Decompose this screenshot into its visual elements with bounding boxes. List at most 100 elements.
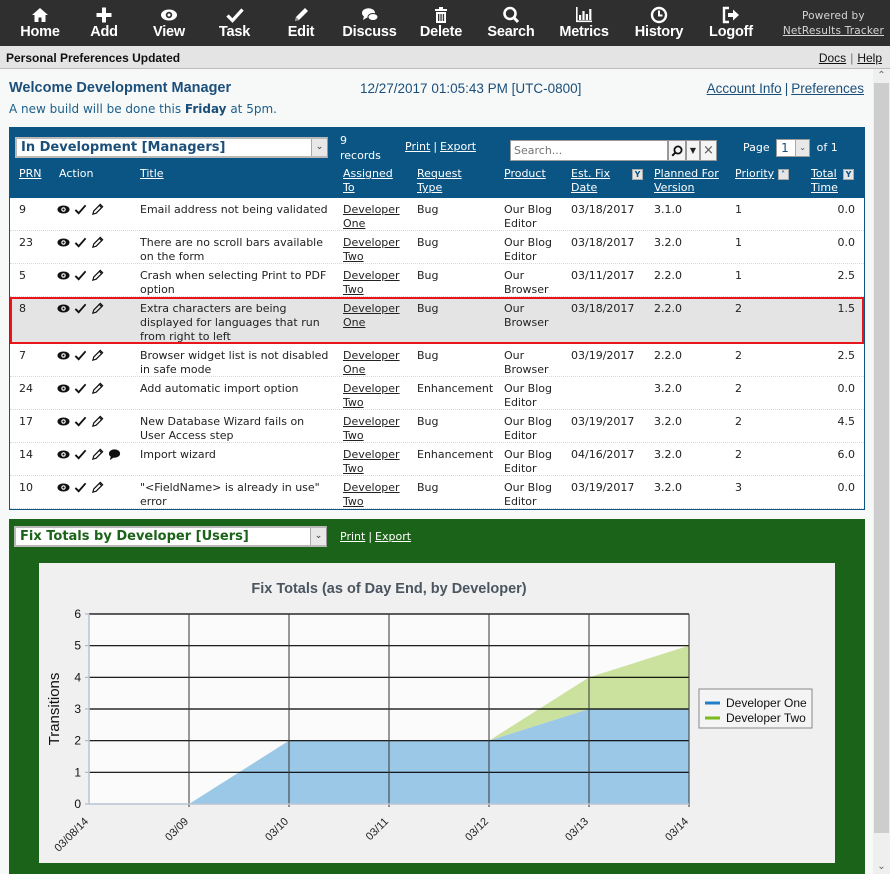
cell-assigned-to[interactable]: Developer Two: [343, 269, 400, 297]
cell-assigned-to[interactable]: Developer Two: [343, 236, 400, 264]
search-options-caret-icon[interactable]: ▼: [686, 140, 700, 161]
nav-discuss-button[interactable]: Discuss: [339, 4, 400, 44]
chevron-down-icon[interactable]: ⌄: [310, 528, 326, 545]
edit-pencil-icon[interactable]: [91, 235, 104, 249]
edit-pencil-icon[interactable]: [91, 301, 104, 315]
cell-title[interactable]: There are no scroll bars available on the…: [140, 236, 323, 264]
clear-search-icon[interactable]: ×: [700, 140, 717, 161]
sort-title-link[interactable]: Title: [140, 167, 164, 180]
sort-priority-link[interactable]: Priority: [735, 167, 774, 180]
table-row[interactable]: 17 New Database Wizard fails on User Acces…: [10, 410, 864, 443]
account-info-link[interactable]: Account Info: [707, 81, 782, 96]
col-header-priority[interactable]: Priority ˄: [735, 167, 789, 181]
sort-total-time-link[interactable]: Total Time: [811, 167, 838, 194]
table-row[interactable]: 9 Email address not being validated Develo…: [10, 198, 864, 231]
cell-assigned-to[interactable]: Developer Two: [343, 415, 400, 443]
scroll-down-icon[interactable]: ⌄: [873, 860, 890, 874]
assigned-to-link[interactable]: Developer One: [343, 349, 400, 376]
assigned-to-link[interactable]: Developer One: [343, 203, 400, 230]
task-check-icon[interactable]: [74, 447, 87, 461]
sort-assigned-link[interactable]: Assigned To: [343, 167, 393, 194]
assigned-to-link[interactable]: Developer Two: [343, 448, 400, 475]
view-eye-icon[interactable]: [57, 381, 70, 395]
scrollbar-thumb[interactable]: [874, 83, 889, 833]
filter-icon[interactable]: Y: [843, 168, 854, 180]
cell-title[interactable]: New Database Wizard fails on User Access …: [140, 415, 304, 443]
nav-logoff-button[interactable]: Logoff: [705, 4, 757, 44]
search-icon[interactable]: [668, 140, 686, 161]
table-row[interactable]: 5 Crash when selecting Print to PDF option…: [10, 264, 864, 297]
netresults-tracker-link[interactable]: NetResults Tracker: [783, 24, 884, 39]
sort-prn-link[interactable]: PRN: [19, 167, 42, 180]
view-eye-icon[interactable]: [57, 235, 70, 249]
edit-pencil-icon[interactable]: [91, 268, 104, 282]
col-header-title[interactable]: Title: [140, 167, 164, 181]
cell-title[interactable]: Import wizard: [140, 448, 216, 462]
col-header-prn[interactable]: PRN: [19, 167, 42, 181]
cell-title[interactable]: Add automatic import option: [140, 382, 299, 396]
assigned-to-link[interactable]: Developer Two: [343, 269, 400, 296]
page-scrollbar[interactable]: ⌃ ⌄: [873, 69, 890, 874]
task-check-icon[interactable]: [74, 202, 87, 216]
nav-add-button[interactable]: Add: [84, 4, 124, 44]
chart-report-select[interactable]: Fix Totals by Developer [Users] ⌄: [14, 526, 327, 547]
assigned-to-link[interactable]: Developer Two: [343, 481, 400, 508]
chart-print-link[interactable]: Print: [340, 530, 365, 543]
col-header-product[interactable]: Product: [504, 167, 546, 181]
col-header-est-fix-date[interactable]: Est. Fix Date: [571, 167, 610, 195]
nav-task-button[interactable]: Task: [214, 4, 255, 44]
cell-assigned-to[interactable]: Developer One: [343, 203, 400, 231]
nav-history-button[interactable]: History: [630, 4, 688, 44]
nav-home-button[interactable]: Home: [17, 4, 63, 44]
view-eye-icon[interactable]: [57, 268, 70, 282]
table-row[interactable]: 14 Import wizard Developer Two Enhancement Ou…: [10, 443, 864, 476]
view-eye-icon[interactable]: [57, 202, 70, 216]
docs-link[interactable]: Docs: [819, 51, 846, 65]
view-eye-icon[interactable]: [57, 480, 70, 494]
export-link[interactable]: Export: [440, 140, 476, 153]
task-check-icon[interactable]: [74, 480, 87, 494]
table-row[interactable]: 7 Browser widget list is not disabled in s…: [10, 344, 864, 377]
cell-assigned-to[interactable]: Developer One: [343, 349, 400, 377]
task-check-icon[interactable]: [74, 414, 87, 428]
cell-title[interactable]: Browser widget list is not disabled in sa…: [140, 349, 328, 377]
col-header-assigned-to[interactable]: Assigned To: [343, 167, 393, 195]
nav-search-button[interactable]: Search: [485, 4, 537, 44]
filter-est-fix-icon[interactable]: Y: [632, 167, 643, 181]
search-input[interactable]: [510, 140, 668, 161]
sort-product-link[interactable]: Product: [504, 167, 546, 180]
sort-request-type-link[interactable]: Request Type: [417, 167, 462, 194]
task-check-icon[interactable]: [74, 381, 87, 395]
table-row[interactable]: 10 "<FieldName> is already in use" error De…: [10, 476, 864, 509]
edit-pencil-icon[interactable]: [91, 480, 104, 494]
table-row[interactable]: 8 Extra characters are being displayed for…: [10, 297, 864, 344]
table-row[interactable]: 23 There are no scroll bars available on t…: [10, 231, 864, 264]
task-check-icon[interactable]: [74, 301, 87, 315]
cell-title[interactable]: Extra characters are being displayed for …: [140, 302, 320, 344]
cell-title[interactable]: Email address not being validated: [140, 203, 328, 217]
table-row[interactable]: 24 Add automatic import option Developer Tw…: [10, 377, 864, 410]
col-header-request-type[interactable]: Request Type: [417, 167, 462, 195]
view-eye-icon[interactable]: [57, 447, 70, 461]
chevron-down-icon[interactable]: ⌄: [795, 140, 810, 156]
cell-assigned-to[interactable]: Developer Two: [343, 382, 400, 410]
sort-est-fix-link[interactable]: Est. Fix Date: [571, 167, 610, 194]
edit-pencil-icon[interactable]: [91, 202, 104, 216]
nav-view-button[interactable]: View: [146, 4, 192, 44]
view-eye-icon[interactable]: [57, 301, 70, 315]
edit-pencil-icon[interactable]: [91, 447, 104, 461]
sort-ascending-icon[interactable]: ˄: [777, 168, 789, 180]
cell-title[interactable]: "<FieldName> is already in use" error: [140, 481, 320, 509]
nav-metrics-button[interactable]: Metrics: [555, 4, 613, 44]
cell-title[interactable]: Crash when selecting Print to PDF option: [140, 269, 326, 297]
report-select[interactable]: In Development [Managers] ⌄: [15, 137, 328, 158]
nav-edit-button[interactable]: Edit: [282, 4, 320, 44]
view-eye-icon[interactable]: [57, 348, 70, 362]
chart-export-link[interactable]: Export: [375, 530, 411, 543]
nav-delete-button[interactable]: Delete: [414, 4, 468, 44]
filter-total-time-icon[interactable]: Y: [843, 167, 854, 181]
sort-planned-link[interactable]: Planned For Version: [654, 167, 719, 194]
help-link[interactable]: Help: [857, 51, 882, 65]
cell-assigned-to[interactable]: Developer One: [343, 302, 400, 330]
preferences-link[interactable]: Preferences: [791, 81, 864, 96]
